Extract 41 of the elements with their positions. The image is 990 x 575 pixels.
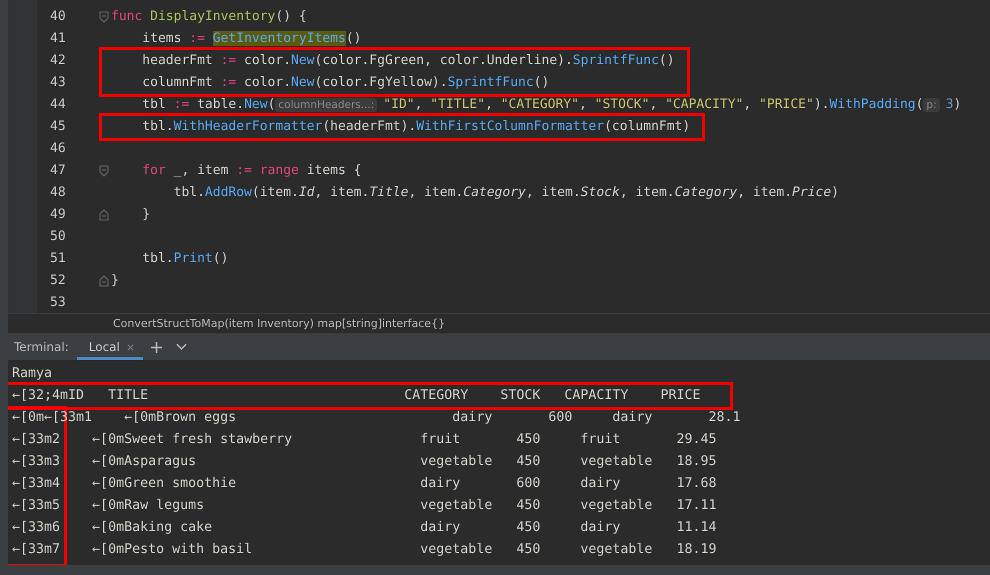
- line-number: 46: [49, 140, 66, 158]
- chevron-down-icon[interactable]: [176, 343, 187, 351]
- line-number: 48: [49, 184, 66, 202]
- breadcrumb[interactable]: ConvertStructToMap(item Inventory) map[string]interface{}: [113, 317, 446, 330]
- line-number: 43: [49, 74, 66, 92]
- terminal-label: Terminal:: [14, 340, 69, 354]
- line-number: 51: [49, 250, 66, 268]
- line-number: 42: [49, 52, 66, 70]
- terminal-line: ←[33m5 ←[0mRaw legums vegetable 450 vegetable 17.11: [12, 497, 716, 515]
- code-line: for _, item := range items {: [141, 162, 362, 180]
- code-line: tbl := table.New( columnHeaders...: "ID", "TITLE", "CATEGORY", "STOCK", "CAPACITY", "PRICE").WithPadding( p: 3): [141, 96, 962, 114]
- close-icon[interactable]: [126, 342, 135, 352]
- fold-icon[interactable]: [98, 165, 108, 177]
- terminal-line: Ramya: [12, 365, 52, 383]
- code-line: items := GetInventoryItems(): [141, 30, 362, 48]
- line-number: 45: [49, 118, 66, 136]
- code-line: tbl.WithHeaderFormatter(headerFmt).WithFirstColumnFormatter(columnFmt): [141, 118, 690, 136]
- code-line: tbl.AddRow(item.Id, item.Title, item.Category, item.Stock, item.Category, item.Price): [172, 184, 839, 202]
- terminal-line: ←[33m6 ←[0mBaking cake dairy 450 dairy 11.14: [12, 519, 716, 537]
- line-number: 40: [49, 8, 66, 26]
- line-number: 41: [49, 30, 66, 48]
- line-number: 44: [49, 96, 66, 114]
- fold-icon[interactable]: [98, 275, 108, 287]
- line-number: 47: [49, 162, 66, 180]
- plus-icon[interactable]: [150, 342, 162, 352]
- terminal-line: ←[33m7 ←[0mPesto with basil vegetable 450 vegetable 18.19: [12, 541, 716, 559]
- line-number: 52: [49, 272, 66, 290]
- line-number: 49: [49, 206, 66, 224]
- fold-icon[interactable]: [98, 11, 108, 23]
- code-line: tbl.Print(): [141, 250, 228, 268]
- code-line: columnFmt := color.New(color.FgYellow).SprintfFunc(): [141, 74, 550, 92]
- terminal-line: ←[33m2 ←[0mSweet fresh stawberry fruit 450 fruit 29.45: [12, 431, 716, 449]
- line-number: 50: [49, 228, 66, 246]
- terminal-line: ←[33m4 ←[0mGreen smoothie dairy 600 dairy 17.68: [12, 475, 716, 493]
- fold-icon[interactable]: [98, 209, 108, 221]
- code-line: func DisplayInventory() {: [111, 8, 307, 26]
- line-number: 53: [49, 294, 66, 312]
- code-line: headerFmt := color.New(color.FgGreen, color.Underline).SprintfFunc(): [141, 52, 675, 70]
- terminal-line: ←[33m3 ←[0mAsparagus vegetable 450 vegetable 18.95: [12, 453, 716, 471]
- code-line: }: [111, 272, 119, 290]
- code-line: }: [141, 206, 150, 224]
